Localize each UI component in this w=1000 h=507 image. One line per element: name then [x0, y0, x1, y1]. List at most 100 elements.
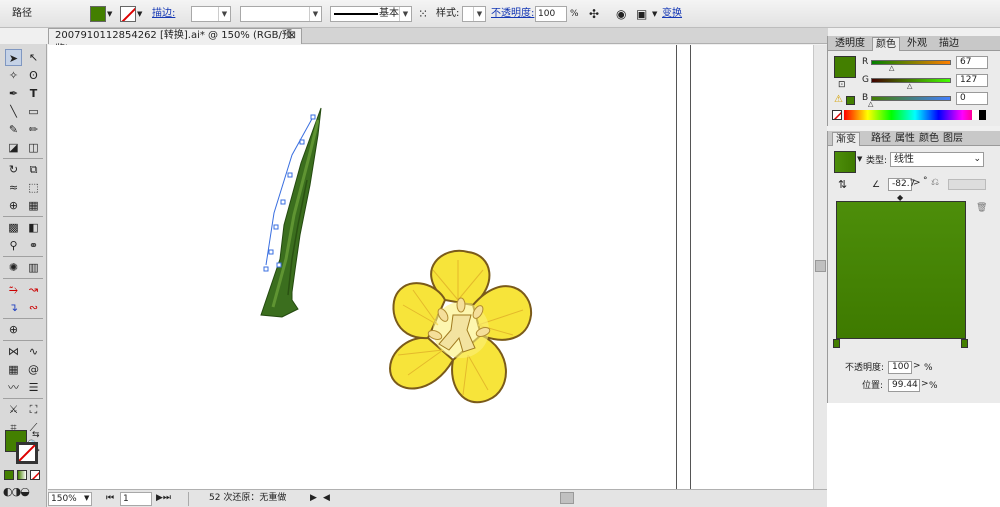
stroke-dropdown-icon[interactable]: ▼ — [137, 5, 142, 23]
opacity-input[interactable]: 100 — [535, 6, 567, 22]
tab-color-2[interactable]: 颜色 — [916, 132, 942, 146]
tab-color[interactable]: 颜色 — [872, 37, 900, 51]
fill-swatch[interactable] — [90, 6, 106, 22]
align-dropdown-icon[interactable]: ▼ — [652, 5, 657, 23]
gradient-stop-right[interactable] — [961, 339, 968, 348]
none-mode-icon[interactable] — [30, 470, 40, 480]
draw-mode-icons[interactable]: ◐◑◒ — [3, 485, 30, 498]
gradient-type-dropdown[interactable]: 线性 ⌄ — [890, 152, 984, 167]
stop-opacity-input[interactable]: 100 — [888, 361, 912, 374]
column-graph-tool-icon[interactable]: ▥ — [25, 259, 42, 276]
color-spectrum[interactable] — [844, 110, 986, 120]
color-mode-icon[interactable] — [4, 470, 14, 480]
tab-stroke[interactable]: 描边 — [936, 37, 962, 51]
black-swatch[interactable] — [979, 110, 986, 120]
stroke-swatch[interactable] — [120, 6, 136, 22]
artboard-number-field[interactable]: 1 — [120, 492, 152, 506]
grid-tool-icon[interactable]: ▦ — [5, 361, 22, 378]
gradient-mode-icon[interactable] — [17, 470, 27, 480]
free-transform-tool-icon[interactable]: ⬚ — [25, 179, 42, 196]
list-tool-icon[interactable]: ☰ — [25, 379, 42, 396]
blend-tool-icon[interactable]: ⚭ — [25, 237, 42, 254]
twirl-tool-icon[interactable]: @ — [25, 361, 42, 378]
flower-shape[interactable] — [389, 249, 533, 404]
gradient-preset-dropdown-icon[interactable]: ▼ — [857, 155, 862, 163]
line-tool-icon[interactable]: ╲ — [5, 103, 22, 120]
artboard-tool-icon[interactable]: ⋈ — [5, 343, 22, 360]
tab-pathfinder[interactable]: 路径 — [868, 132, 894, 146]
gradient-preview-box[interactable] — [836, 201, 966, 339]
next-artboard-icon[interactable]: ▶⏭ — [156, 492, 171, 506]
none-color-icon[interactable] — [832, 110, 842, 120]
leaf-shape[interactable] — [260, 107, 322, 318]
pencil-tool-icon[interactable]: ✏ — [25, 121, 42, 138]
join-tool-icon[interactable]: ↴ — [5, 299, 22, 316]
fill-dropdown-icon[interactable]: ▼ — [107, 5, 112, 23]
b-slider-thumb[interactable]: △ — [868, 100, 873, 108]
paintbrush-tool-icon[interactable]: ✎ — [5, 121, 22, 138]
tab-gradient[interactable]: 渐变 — [832, 132, 860, 146]
close-tab-icon[interactable]: ⊠ — [288, 29, 296, 43]
stop-location-input[interactable]: 99.44 — [888, 379, 920, 392]
knife-tool-icon[interactable]: ⚔ — [5, 401, 22, 418]
r-input[interactable]: 67 — [956, 56, 988, 69]
swap-fill-stroke-icon[interactable]: ⇆ — [32, 430, 40, 440]
perspective-grid-tool-icon[interactable]: ▦ — [25, 197, 42, 214]
isolate-icon[interactable]: ◉ — [616, 5, 626, 23]
selection-tool-icon[interactable]: ➤ — [5, 49, 22, 66]
vertical-scrollbar[interactable] — [813, 45, 827, 489]
gradient-tool-icon[interactable]: ◧ — [25, 219, 42, 236]
shape-builder-tool-icon[interactable]: ⊕ — [5, 197, 22, 214]
scale-tool-icon[interactable]: ⧉ — [25, 161, 42, 178]
align-icon[interactable]: ▣ — [636, 5, 647, 23]
status-menu-arrow-icon[interactable]: ▶ — [310, 492, 317, 506]
brush-options-icon[interactable]: ⁙ — [418, 5, 428, 23]
g-slider-thumb[interactable]: △ — [907, 82, 912, 90]
panel-fill-swatch[interactable] — [834, 56, 856, 78]
scroll-left-icon[interactable]: ◀ — [323, 492, 330, 506]
stroke-link[interactable]: 描边: — [152, 5, 175, 23]
in-gamut-swatch[interactable] — [846, 96, 855, 105]
rotate-tool-icon[interactable]: ↻ — [5, 161, 22, 178]
style-dropdown[interactable]: ▼ — [462, 6, 486, 22]
gradient-preview-swatch[interactable] — [834, 151, 856, 173]
crosshair-tool-icon[interactable]: ⊕ — [5, 321, 22, 338]
transform-link[interactable]: 变换 — [662, 5, 682, 23]
variable-width-dropdown[interactable]: ▼ — [240, 6, 322, 22]
artboard-canvas[interactable] — [48, 45, 813, 489]
r-slider[interactable] — [871, 60, 951, 65]
stop-opacity-dropdown-icon[interactable]: > — [913, 361, 921, 371]
brush-dropdown[interactable]: 基本 ▼ — [330, 6, 412, 22]
b-input[interactable]: 0 — [956, 92, 988, 105]
angle-dropdown-icon[interactable]: > — [913, 178, 921, 188]
direct-selection-tool-icon[interactable]: ↖ — [25, 49, 42, 66]
width-tool-icon[interactable]: ⥲ — [5, 281, 22, 298]
stroke-weight-dropdown[interactable]: ▼ — [191, 6, 231, 22]
delete-stop-icon[interactable]: 🗑 — [976, 203, 987, 213]
first-artboard-icon[interactable]: ⏮ — [106, 492, 114, 506]
warning-icon[interactable]: ⚠ — [834, 94, 843, 105]
magic-wand-tool-icon[interactable]: ✧ — [5, 67, 22, 84]
horizontal-scroll-thumb[interactable] — [560, 492, 574, 504]
recolor-icon[interactable]: ✣ — [589, 5, 599, 23]
live-paint-tool-icon[interactable]: ⛶ — [25, 401, 42, 418]
vertical-scroll-thumb[interactable] — [815, 260, 826, 272]
blob-brush-tool-icon[interactable]: ◪ — [5, 139, 22, 156]
tab-layers[interactable]: 图层 — [940, 132, 966, 146]
rectangle-tool-icon[interactable]: ▭ — [25, 103, 42, 120]
mesh-tool-icon[interactable]: ▩ — [5, 219, 22, 236]
tab-transparency[interactable]: 透明度 — [832, 37, 868, 51]
tab-attributes[interactable]: 属性 — [892, 132, 918, 146]
b-slider[interactable] — [871, 96, 951, 101]
document-tab[interactable]: 2007910112854262 [转换].ai* @ 150% (RGB/预览… — [48, 28, 302, 55]
stroke-color-box[interactable] — [16, 442, 38, 464]
reverse-gradient-icon[interactable]: ⇅ — [838, 178, 847, 191]
g-input[interactable]: 127 — [956, 74, 988, 87]
angle-input[interactable]: -82.7 — [888, 178, 915, 191]
eyedropper-tool-icon[interactable]: ⚲ — [5, 237, 22, 254]
wave-tool-icon[interactable]: ∿ — [25, 343, 42, 360]
eraser-tool-icon[interactable]: ◫ — [25, 139, 42, 156]
opacity-link[interactable]: 不透明度: — [491, 5, 534, 23]
warp-tool-icon[interactable]: ≈ — [5, 179, 22, 196]
graph-line-tool-icon[interactable]: 〰 — [5, 379, 22, 396]
